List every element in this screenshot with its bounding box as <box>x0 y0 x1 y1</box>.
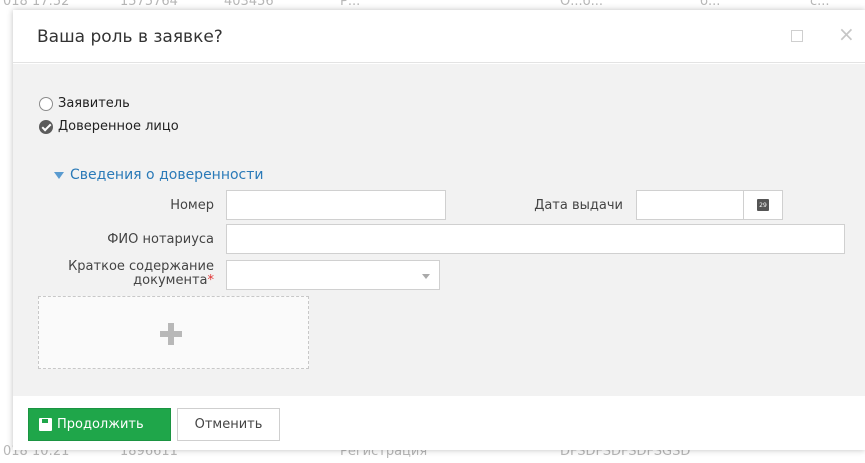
dialog-header: Ваша роль в заявке? × <box>13 10 865 63</box>
close-icon[interactable]: × <box>838 24 855 44</box>
role-option-applicant[interactable]: Заявитель <box>39 96 130 111</box>
notary-input[interactable] <box>226 224 845 254</box>
bg-cell: б... <box>700 0 721 9</box>
maximize-icon[interactable] <box>791 30 803 42</box>
bg-cell: 018 17:52 <box>3 0 70 9</box>
bg-cell: 403456 <box>224 0 274 9</box>
continue-button-label: Продолжить <box>57 417 144 432</box>
bg-cell: 1575764 <box>120 0 178 9</box>
bg-cell: с... <box>810 0 830 9</box>
notary-label: ФИО нотариуса <box>107 232 214 247</box>
continue-button[interactable]: Продолжить <box>28 408 171 441</box>
role-option-label: Доверенное лицо <box>58 119 179 134</box>
role-dialog: Ваша роль в заявке? × Заявитель Доверенн… <box>13 10 865 450</box>
required-mark: * <box>207 273 215 288</box>
summary-label: Краткое содержание документа* <box>33 260 214 288</box>
summary-label-line1: Краткое содержание <box>68 259 214 274</box>
dialog-footer: Продолжить Отменить <box>13 396 865 450</box>
chevron-down-icon <box>422 274 430 279</box>
number-input[interactable] <box>226 190 446 220</box>
calendar-button[interactable]: 29 <box>743 190 783 220</box>
issue-date-label: Дата выдачи <box>534 198 623 213</box>
file-upload-area[interactable] <box>38 296 309 369</box>
radio-checked-icon[interactable] <box>39 119 53 134</box>
dialog-body: Заявитель Доверенное лицо Сведения о дов… <box>13 64 865 396</box>
radio-icon[interactable] <box>39 96 53 111</box>
role-option-proxy[interactable]: Доверенное лицо <box>39 119 179 134</box>
section-title: Сведения о доверенности <box>70 167 264 183</box>
summary-select[interactable] <box>226 260 440 290</box>
power-of-attorney-section-toggle[interactable]: Сведения о доверенности <box>54 167 264 183</box>
bg-cell: О...б... <box>560 0 604 9</box>
number-label: Номер <box>170 198 214 213</box>
bg-cell: Р... <box>340 0 361 9</box>
cancel-button[interactable]: Отменить <box>177 408 280 441</box>
dialog-title: Ваша роль в заявке? <box>37 27 223 47</box>
summary-label-text: документа <box>133 273 208 288</box>
cancel-button-label: Отменить <box>194 417 263 432</box>
calendar-icon: 29 <box>757 199 769 211</box>
save-icon <box>39 418 52 431</box>
plus-icon[interactable] <box>160 323 182 345</box>
caret-down-icon <box>54 171 64 179</box>
summary-label-line2: документа* <box>33 274 214 288</box>
issue-date-input[interactable] <box>636 190 744 220</box>
role-option-label: Заявитель <box>58 96 130 111</box>
